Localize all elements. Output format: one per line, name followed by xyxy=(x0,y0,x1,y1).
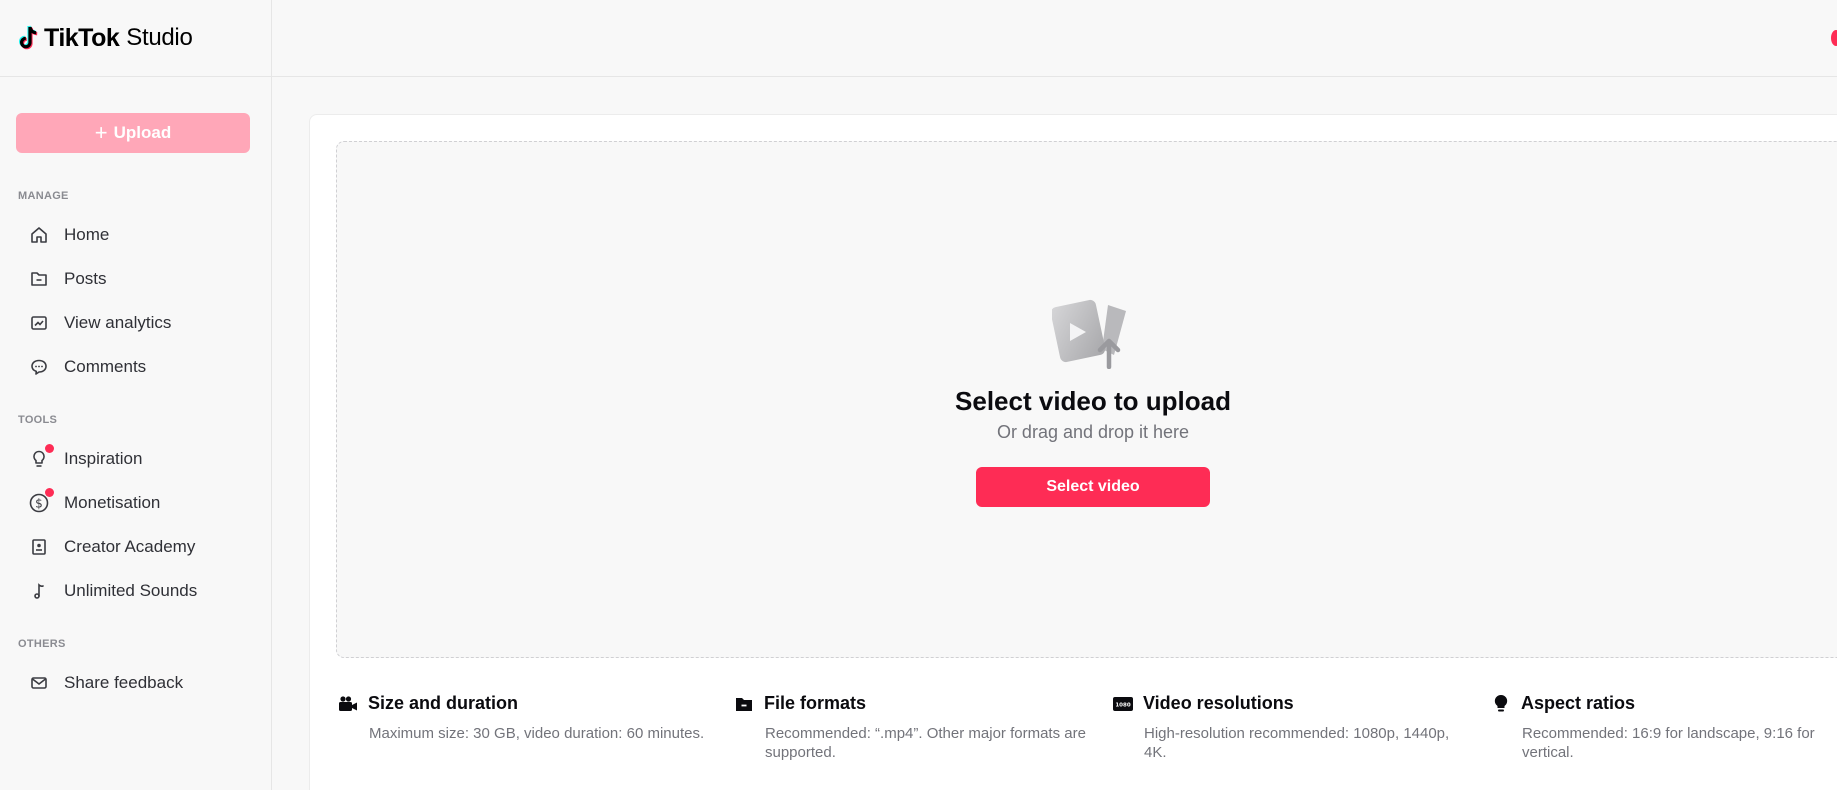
svg-text:$: $ xyxy=(35,497,43,511)
section-label-manage: MANAGE xyxy=(18,190,69,202)
logo-brand-text: TikTok xyxy=(44,23,120,52)
sidebar-item-label: Unlimited Sounds xyxy=(64,581,198,600)
home-icon xyxy=(28,224,50,246)
avatar[interactable] xyxy=(1831,30,1837,46)
video-camera-icon xyxy=(338,694,358,714)
notification-dot xyxy=(45,444,54,453)
logo-bar: TikTok Studio xyxy=(0,0,271,77)
notification-dot xyxy=(45,488,54,497)
resolution-icon: 1080 xyxy=(1113,694,1133,714)
dollar-icon: $ xyxy=(28,488,54,514)
sidebar-item-inspiration[interactable]: Inspiration xyxy=(16,439,254,479)
music-note-icon xyxy=(28,580,50,602)
sidebar-item-home[interactable]: Home xyxy=(16,215,254,255)
sidebar-item-label: Monetisation xyxy=(64,493,161,512)
info-description: Maximum size: 30 GB, video duration: 60 … xyxy=(369,725,705,742)
logo-product-text: Studio xyxy=(126,24,193,51)
sidebar-item-share-feedback[interactable]: Share feedback xyxy=(16,663,254,703)
info-title: Size and duration xyxy=(368,693,519,713)
sidebar-item-label: Share feedback xyxy=(64,673,184,692)
info-title: File formats xyxy=(764,693,867,713)
comment-icon xyxy=(28,356,50,378)
select-video-button[interactable]: Select video xyxy=(976,467,1210,507)
info-description: Recommended: “.mp4”. Other major formats… xyxy=(765,725,1086,761)
sidebar-item-monetisation[interactable]: $ Monetisation xyxy=(16,483,254,523)
sidebar-item-creator-academy[interactable]: Creator Academy xyxy=(16,527,254,567)
file-icon xyxy=(734,694,754,714)
svg-text:1080: 1080 xyxy=(1115,702,1130,708)
folder-icon xyxy=(28,268,50,290)
info-description: High-resolution recommended: 1080p, 1440… xyxy=(1144,725,1450,761)
info-description: Recommended: 16:9 for landscape, 9:16 fo… xyxy=(1522,725,1815,761)
mail-icon xyxy=(28,672,50,694)
upload-button[interactable]: + Upload xyxy=(16,113,250,153)
tiktok-icon xyxy=(19,25,38,50)
info-size-duration: Size and duration Maximum size: 30 GB, v… xyxy=(338,693,718,743)
upload-button-label: Upload xyxy=(113,123,172,142)
sidebar-item-label: View analytics xyxy=(64,313,172,332)
upload-subtitle: Or drag and drop it here xyxy=(996,422,1190,442)
section-label-others: OTHERS xyxy=(18,638,66,650)
sidebar-item-comments[interactable]: Comments xyxy=(16,347,254,387)
lightbulb-icon xyxy=(1491,694,1511,714)
book-icon xyxy=(28,536,50,558)
video-upload-icon xyxy=(1052,299,1126,369)
tiktok-studio-logo[interactable]: TikTok Studio xyxy=(17,24,193,53)
sidebar-item-label: Inspiration xyxy=(64,449,143,468)
sidebar-item-posts[interactable]: Posts xyxy=(16,259,254,299)
info-video-resolutions: 1080 Video resolutions High-resolution r… xyxy=(1113,693,1463,762)
info-title: Video resolutions xyxy=(1143,693,1294,713)
sidebar-item-label: Posts xyxy=(64,269,107,288)
sidebar-item-label: Home xyxy=(64,225,110,244)
plus-icon: + xyxy=(94,120,108,145)
sidebar-item-label: Creator Academy xyxy=(64,537,196,556)
sidebar-item-analytics[interactable]: View analytics xyxy=(16,303,254,343)
top-header xyxy=(272,0,1837,77)
info-file-formats: File formats Recommended: “.mp4”. Other … xyxy=(734,693,1104,762)
info-aspect-ratios: Aspect ratios Recommended: 16:9 for land… xyxy=(1491,693,1821,762)
info-title: Aspect ratios xyxy=(1521,693,1636,713)
analytics-icon xyxy=(28,312,50,334)
upload-title: Select video to upload xyxy=(955,386,1231,416)
sidebar-item-unlimited-sounds[interactable]: Unlimited Sounds xyxy=(16,571,254,611)
sidebar-item-label: Comments xyxy=(64,357,147,376)
lightbulb-icon xyxy=(28,444,54,470)
